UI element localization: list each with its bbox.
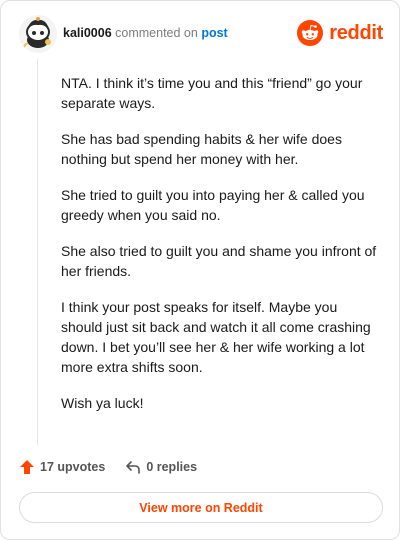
reddit-logo[interactable]: reddit — [297, 19, 383, 47]
thread-line — [37, 59, 38, 445]
comment-header: kali0006 commented on post reddit — [19, 15, 383, 55]
comment-actions: 17 upvotes 0 replies — [19, 457, 217, 477]
reply-button[interactable]: 0 replies — [125, 459, 197, 475]
comment-paragraph: She also tried to guilt you and shame yo… — [61, 243, 377, 279]
comment-embed-card: kali0006 commented on post reddit NTA. I… — [0, 0, 400, 540]
comment-paragraph: She tried to guilt you into paying her &… — [61, 187, 365, 223]
reply-count: 0 replies — [146, 460, 198, 474]
comment-paragraph: I think your post speaks for itself. May… — [61, 299, 371, 375]
avatar[interactable] — [19, 15, 57, 53]
upvote-button[interactable]: 17 upvotes — [19, 459, 105, 475]
snoo-avatar-icon — [19, 15, 57, 53]
post-link[interactable]: post — [201, 26, 227, 40]
comment-paragraph: Wish ya luck! — [61, 395, 144, 411]
view-more-button[interactable]: View more on Reddit — [19, 492, 383, 523]
reddit-wordmark: reddit — [329, 21, 383, 44]
comment-paragraph: NTA. I think it’s time you and this “fri… — [61, 75, 363, 111]
upvote-count: 17 upvotes — [40, 460, 106, 474]
comment-paragraph: She has bad spending habits & her wife d… — [61, 131, 342, 167]
commented-on-text: commented on — [115, 26, 198, 40]
reddit-alien-icon — [297, 20, 324, 46]
comment-meta: kali0006 commented on post — [63, 26, 228, 40]
reply-arrow-icon — [126, 461, 141, 474]
username-link[interactable]: kali0006 — [63, 26, 112, 40]
upvote-arrow-icon — [20, 460, 34, 474]
comment-body: NTA. I think it’s time you and this “fri… — [61, 73, 379, 429]
